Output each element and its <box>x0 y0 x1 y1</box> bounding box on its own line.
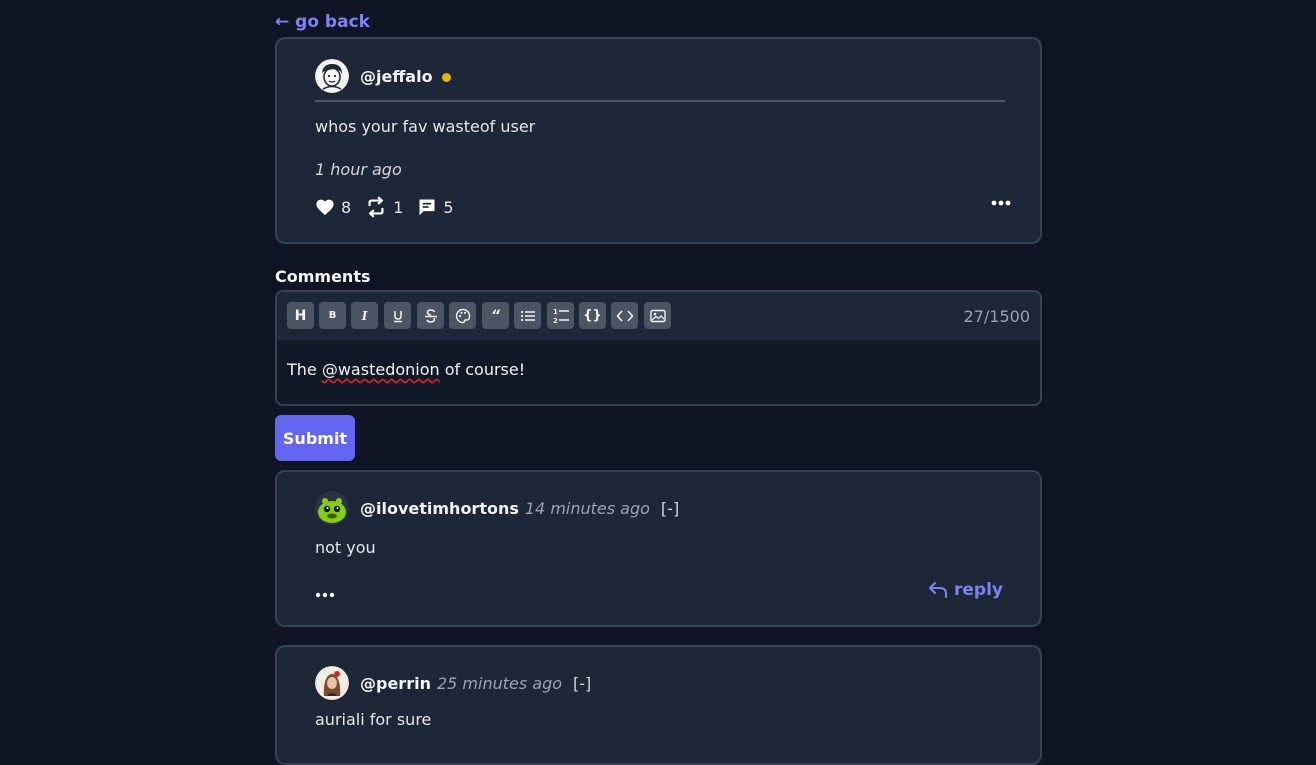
post-content: whos your fav wasteof user <box>315 117 536 136</box>
heading-button[interactable]: H <box>287 302 314 329</box>
heart-icon <box>316 199 334 216</box>
repost-icon <box>368 196 384 218</box>
comment-header: @ilovetimhortons 14 minutes ago [-] <box>315 491 679 525</box>
code-block-button[interactable]: {} <box>579 302 606 329</box>
editor-mention: @wastedonion <box>321 360 440 379</box>
submit-button[interactable]: Submit <box>275 415 355 461</box>
like-button[interactable]: 8 <box>315 198 351 217</box>
editor-text-suffix: of course! <box>439 360 526 379</box>
inline-code-icon <box>616 309 633 322</box>
inline-code-button[interactable] <box>611 302 638 329</box>
post-card: @jeffalo whos your fav wasteof user 1 ho… <box>275 37 1042 244</box>
post-stats: 8 1 5 <box>315 196 468 218</box>
repost-button[interactable]: 1 <box>365 196 403 218</box>
comment-icon <box>419 199 435 216</box>
comment-timestamp: 14 minutes ago <box>524 498 650 518</box>
go-back-link[interactable]: ← go back <box>275 12 370 32</box>
comment-timestamp: 25 minutes ago <box>436 673 563 693</box>
reply-button[interactable]: reply <box>928 580 1003 600</box>
editor-text[interactable]: The @wastedonion of course! <box>287 360 525 379</box>
repost-count: 1 <box>393 197 404 217</box>
numbered-list-icon: 1 2 <box>553 308 569 325</box>
comment-card: @ilovetimhortons 14 minutes ago [-] not … <box>275 470 1042 627</box>
comment-text: auriali for sure <box>315 710 432 729</box>
editor-text-prefix: The <box>287 360 322 379</box>
bold-button[interactable]: B <box>319 302 346 329</box>
post-more-options-button[interactable] <box>990 193 1012 212</box>
editor-toolbar: H B I “ 1 2 {} 27/1500 <box>277 292 1040 340</box>
comment-username[interactable]: @perrin <box>360 674 431 693</box>
comment-header: @perrin 25 minutes ago [-] <box>315 666 591 700</box>
collapse-toggle[interactable]: [-] <box>661 499 679 518</box>
italic-button[interactable]: I <box>351 302 378 329</box>
post-divider <box>315 100 1005 102</box>
italic-icon: I <box>361 308 368 323</box>
comment-editor[interactable]: H B I “ 1 2 {} 27/1500 The @wastedonion … <box>275 290 1042 406</box>
svg-text:1: 1 <box>553 308 558 316</box>
comments-button[interactable]: 5 <box>417 197 454 217</box>
avatar[interactable] <box>315 666 349 700</box>
collapse-toggle[interactable]: [-] <box>573 674 591 693</box>
strikethrough-button[interactable] <box>417 302 444 329</box>
reply-arrow-icon <box>929 582 947 598</box>
online-status-icon <box>441 72 451 82</box>
comment-username[interactable]: @ilovetimhortons <box>360 499 519 518</box>
post-timestamp: 1 hour ago <box>315 160 402 179</box>
svg-text:2: 2 <box>553 317 558 325</box>
heading-icon: H <box>294 307 307 324</box>
strikethrough-icon <box>424 308 437 323</box>
like-count: 8 <box>341 197 352 217</box>
image-button[interactable] <box>644 302 671 329</box>
avatar[interactable] <box>315 491 349 525</box>
comment-count: 5 <box>443 197 454 217</box>
numbered-list-button[interactable]: 1 2 <box>547 302 574 329</box>
bullet-list-icon <box>520 310 535 321</box>
comment-text: not you <box>315 538 376 557</box>
post-username[interactable]: @jeffalo <box>360 67 433 86</box>
bullet-list-button[interactable] <box>514 302 541 329</box>
color-button[interactable] <box>449 302 476 329</box>
more-horizontal-icon <box>991 200 1011 206</box>
underline-icon <box>393 310 402 322</box>
comment-more-options-button[interactable] <box>315 585 335 604</box>
quote-icon: “ <box>490 307 501 324</box>
post-header: @jeffalo <box>315 59 451 93</box>
quote-button[interactable]: “ <box>482 302 509 329</box>
more-horizontal-icon <box>315 592 335 598</box>
underline-button[interactable] <box>384 302 411 329</box>
image-icon <box>649 309 666 322</box>
bold-icon: B <box>328 310 337 321</box>
comment-card: @perrin 25 minutes ago [-] auriali for s… <box>275 645 1042 765</box>
character-count: 27/1500 <box>963 307 1030 326</box>
code-block-icon: {} <box>583 308 602 323</box>
reply-label: reply <box>954 580 1003 600</box>
color-palette-icon <box>455 308 470 323</box>
avatar[interactable] <box>315 59 349 93</box>
comments-heading: Comments <box>275 267 371 286</box>
